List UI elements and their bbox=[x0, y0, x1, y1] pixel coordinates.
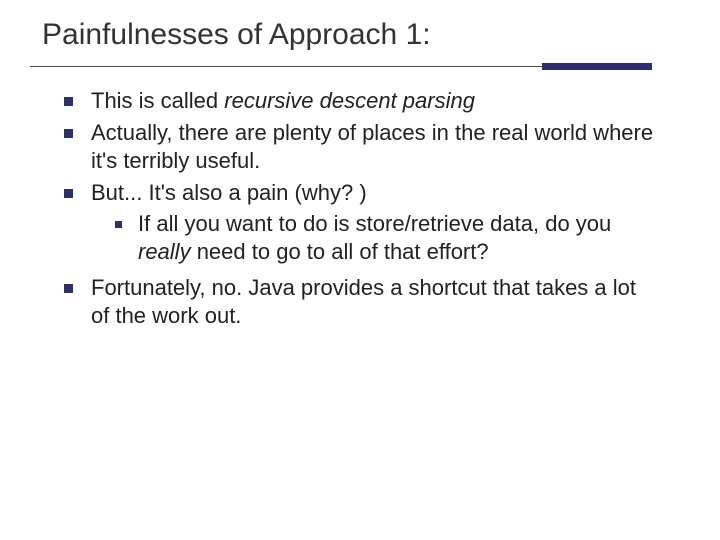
text-run-italic: really bbox=[138, 239, 191, 264]
sub-bullet-item: If all you want to do is store/retrieve … bbox=[115, 210, 656, 266]
slide-title: Painfulnesses of Approach 1: bbox=[28, 18, 692, 62]
title-rule bbox=[30, 66, 652, 67]
sub-bullet-text: If all you want to do is store/retrieve … bbox=[138, 210, 656, 266]
bullet-marker-icon bbox=[64, 129, 73, 138]
slide: Painfulnesses of Approach 1: This is cal… bbox=[0, 0, 720, 540]
bullet-text: This is called recursive descent parsing bbox=[91, 87, 656, 115]
bullet-text: But... It's also a pain (why? ) If all y… bbox=[91, 179, 656, 269]
text-run: If all you want to do is store/retrieve … bbox=[138, 211, 611, 236]
bullet-marker-icon bbox=[115, 221, 122, 228]
slide-body: This is called recursive descent parsing… bbox=[28, 87, 692, 330]
bullet-text: Fortunately, no. Java provides a shortcu… bbox=[91, 274, 656, 330]
text-run: This is called bbox=[91, 88, 224, 113]
text-run: need to go to all of that effort? bbox=[191, 239, 489, 264]
bullet-marker-icon bbox=[64, 189, 73, 198]
bullet-item: This is called recursive descent parsing bbox=[64, 87, 656, 115]
sub-list: If all you want to do is store/retrieve … bbox=[115, 210, 656, 266]
text-run: But... It's also a pain (why? ) bbox=[91, 180, 367, 205]
bullet-text: Actually, there are plenty of places in … bbox=[91, 119, 656, 175]
bullet-item: Actually, there are plenty of places in … bbox=[64, 119, 656, 175]
text-run-italic: recursive descent parsing bbox=[224, 88, 475, 113]
bullet-item: But... It's also a pain (why? ) If all y… bbox=[64, 179, 656, 269]
bullet-marker-icon bbox=[64, 97, 73, 106]
bullet-item: Fortunately, no. Java provides a shortcu… bbox=[64, 274, 656, 330]
bullet-marker-icon bbox=[64, 284, 73, 293]
